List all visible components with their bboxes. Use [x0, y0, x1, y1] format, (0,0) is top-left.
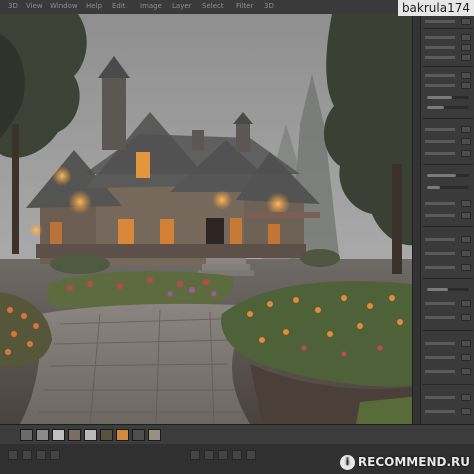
panel-row[interactable] [425, 394, 471, 401]
panel-divider [423, 330, 473, 331]
panel-row[interactable] [425, 250, 471, 257]
panel-row[interactable] [425, 18, 471, 25]
panel-row[interactable] [425, 354, 471, 361]
panel-row[interactable] [425, 314, 471, 321]
panel-row[interactable] [425, 138, 471, 145]
panel-row[interactable] [425, 408, 471, 415]
panel-slider[interactable] [427, 106, 469, 109]
panel-row[interactable] [425, 236, 471, 243]
status-button[interactable] [204, 450, 214, 460]
panel-row[interactable] [425, 82, 471, 89]
thumbnail[interactable] [68, 429, 81, 441]
panel-divider [423, 164, 473, 165]
status-button[interactable] [246, 450, 256, 460]
panel-row[interactable] [425, 126, 471, 133]
thumbnail[interactable] [148, 429, 161, 441]
thumbnail[interactable] [116, 429, 129, 441]
thumbnail[interactable] [36, 429, 49, 441]
menu-item-image[interactable]: Image [140, 2, 162, 11]
thumbnail-strip [0, 424, 474, 445]
status-button[interactable] [22, 450, 32, 460]
menu-item-select[interactable]: Select [202, 2, 224, 11]
site-watermark: i RECOMMEND.RU [339, 453, 470, 471]
status-button[interactable] [36, 450, 46, 460]
panel-divider [423, 278, 473, 279]
panel-row[interactable] [425, 212, 471, 219]
status-button[interactable] [50, 450, 60, 460]
panel-slider[interactable] [427, 96, 469, 99]
menu-item-help[interactable]: Help [86, 2, 102, 11]
panel-row[interactable] [425, 368, 471, 375]
panel-row[interactable] [425, 200, 471, 207]
panel-row[interactable] [425, 300, 471, 307]
menu-item-layer[interactable]: Layer [172, 2, 192, 11]
menu-item-3d-right[interactable]: 3D [264, 2, 274, 11]
thumbnail[interactable] [100, 429, 113, 441]
panel-row[interactable] [425, 340, 471, 347]
menu-item-edit[interactable]: Edit [112, 2, 126, 11]
info-icon: i [339, 454, 355, 470]
menu-item-window[interactable]: Window [50, 2, 78, 11]
status-button[interactable] [232, 450, 242, 460]
panel-divider [423, 118, 473, 119]
panel-divider [423, 66, 473, 67]
panel-slider[interactable] [427, 186, 469, 189]
panel-slider[interactable] [427, 174, 469, 177]
thumbnail[interactable] [52, 429, 65, 441]
status-button[interactable] [190, 450, 200, 460]
panel-row[interactable] [425, 44, 471, 51]
status-button[interactable] [218, 450, 228, 460]
menu-item-view[interactable]: View [26, 2, 43, 11]
thumbnail[interactable] [132, 429, 145, 441]
thumbnail[interactable] [84, 429, 97, 441]
panel-row[interactable] [425, 150, 471, 157]
properties-panel [420, 14, 474, 432]
image-canvas[interactable] [0, 14, 420, 424]
panel-row[interactable] [425, 72, 471, 79]
username-watermark: bakrula174 [397, 0, 474, 16]
panel-slider[interactable] [427, 288, 469, 291]
panel-divider [423, 384, 473, 385]
status-button[interactable] [8, 450, 18, 460]
panel-row[interactable] [425, 34, 471, 41]
panel-row[interactable] [425, 264, 471, 271]
watermark-text: RECOMMEND.RU [357, 455, 470, 469]
thumbnail[interactable] [20, 429, 33, 441]
menu-item-3d[interactable]: 3D [8, 2, 18, 11]
menu-item-filter[interactable]: Filter [236, 2, 253, 11]
panel-row[interactable] [425, 54, 471, 61]
house-painting [0, 14, 420, 424]
panel-divider [423, 226, 473, 227]
panel-divider [423, 28, 473, 29]
